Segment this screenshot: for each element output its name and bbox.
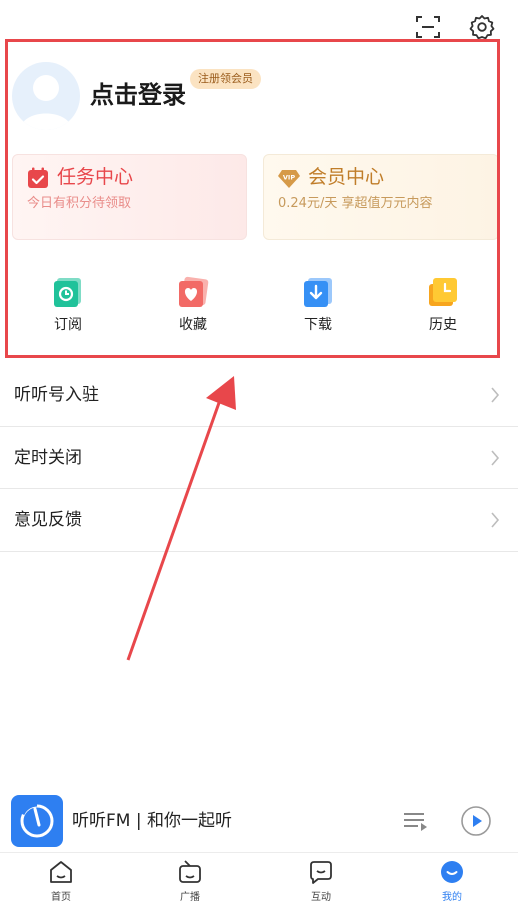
mini-player[interactable]: 听听FM | 和你一起听 (0, 790, 518, 852)
menu-item-label: 意见反馈 (14, 510, 82, 530)
menu-item-label: 听听号入驻 (14, 385, 99, 405)
tab-radio[interactable]: 广播 (160, 859, 220, 903)
tab-mine-label: 我的 (442, 892, 462, 903)
menu-item-sleep-timer[interactable]: 定时关闭 (0, 427, 518, 489)
scan-icon[interactable] (415, 14, 441, 40)
player-cover[interactable] (11, 795, 63, 847)
settings-menu: 听听号入驻 定时关闭 意见反馈 (0, 364, 518, 552)
chevron-right-icon (491, 449, 500, 466)
tab-home[interactable]: 首页 (31, 859, 91, 903)
profile-icon (441, 861, 463, 883)
menu-item-label: 定时关闭 (14, 447, 82, 468)
chat-icon (310, 861, 332, 884)
bottom-tab-bar: 首页 广播 互动 我的 (0, 852, 518, 904)
radio-icon (179, 860, 201, 883)
chevron-right-icon (491, 512, 500, 528)
tab-home-label: 首页 (51, 892, 71, 903)
tab-interact[interactable]: 互动 (291, 859, 351, 903)
player-title[interactable]: 听听FM | 和你一起听 (72, 810, 232, 832)
settings-icon[interactable] (469, 14, 495, 40)
highlight-box (5, 39, 500, 358)
chevron-right-icon (491, 387, 500, 403)
menu-item-feedback[interactable]: 意见反馈 (0, 489, 518, 552)
tab-mine[interactable]: 我的 (422, 859, 482, 903)
home-icon (50, 861, 72, 883)
playlist-icon[interactable] (401, 807, 429, 835)
menu-item-creator-join[interactable]: 听听号入驻 (0, 364, 518, 427)
tab-interact-label: 互动 (311, 892, 331, 903)
top-bar (0, 0, 518, 40)
play-icon[interactable] (460, 805, 492, 837)
fm-logo-icon (19, 801, 54, 838)
tab-radio-label: 广播 (180, 892, 200, 903)
